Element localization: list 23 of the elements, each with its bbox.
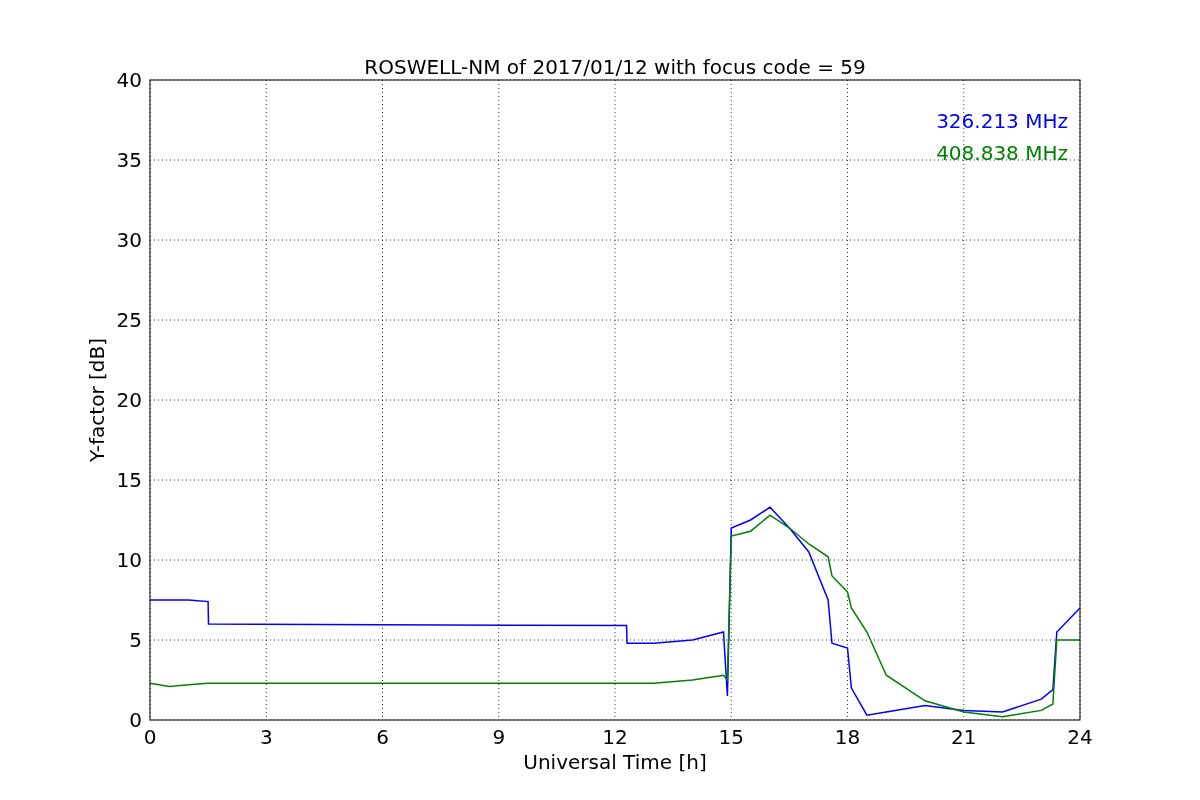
y-tick-label: 40 (116, 68, 142, 92)
y-tick-label: 20 (116, 388, 142, 412)
chart-title: ROSWELL-NM of 2017/01/12 with focus code = 59 (364, 55, 866, 79)
y-tick-label: 0 (129, 708, 142, 732)
x-tick-label: 3 (259, 725, 273, 749)
y-tick-label: 25 (116, 308, 142, 332)
x-tick-label: 12 (602, 725, 628, 749)
y-tick-label: 15 (116, 468, 142, 492)
y-axis-label: Y-factor [dB] (85, 338, 109, 462)
y-tick-label: 5 (129, 628, 142, 652)
x-axis-label: Universal Time [h] (523, 750, 707, 774)
x-tick-label: 9 (492, 725, 506, 749)
y-tick-label: 10 (116, 548, 142, 572)
y-tick-label: 30 (116, 228, 142, 252)
x-tick-label: 18 (834, 725, 861, 749)
x-tick-label: 0 (143, 725, 157, 749)
x-tick-label: 24 (1067, 725, 1093, 749)
x-tick-label: 15 (718, 725, 744, 749)
legend-label: 326.213 MHz (936, 109, 1068, 133)
x-tick-label: 21 (951, 725, 977, 749)
x-tick-label: 6 (376, 725, 389, 749)
y-tick-label: 35 (116, 148, 142, 172)
legend-label: 408.838 MHz (936, 141, 1068, 165)
